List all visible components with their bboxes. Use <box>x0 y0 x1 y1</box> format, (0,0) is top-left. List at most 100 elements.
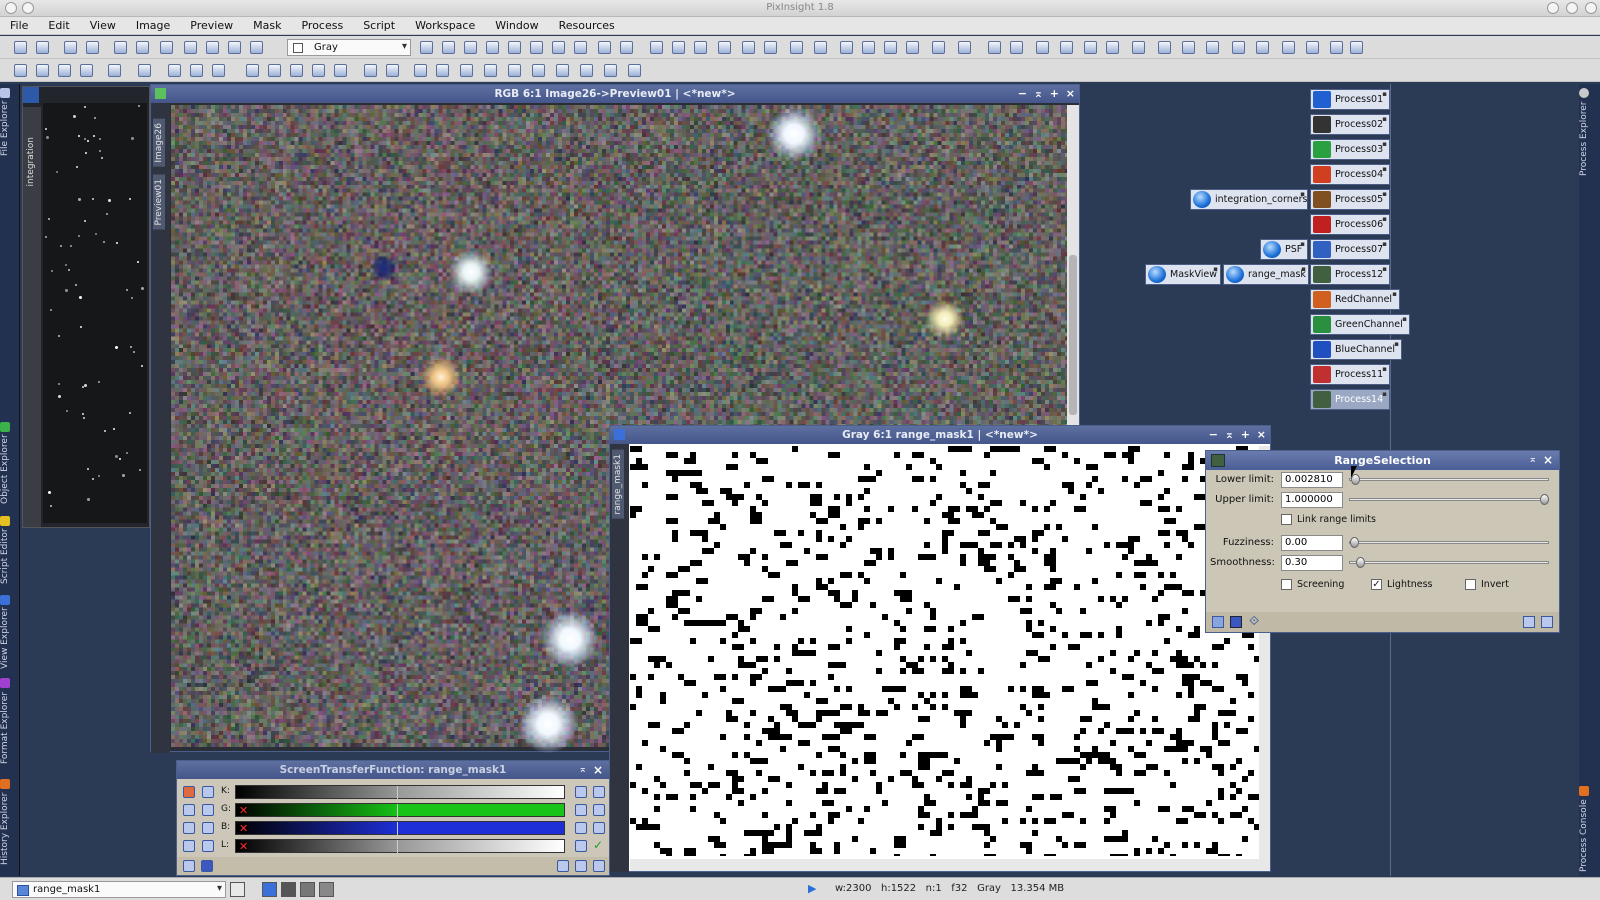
minimize-icon[interactable] <box>1547 2 1559 14</box>
display-mode-red[interactable] <box>281 882 296 897</box>
process-icon-process14[interactable]: Process14 ▪ <box>1310 389 1390 410</box>
menu-preview[interactable]: Preview <box>180 17 243 34</box>
auto-stretch-icon[interactable] <box>575 822 587 834</box>
shade-icon[interactable]: − <box>1209 429 1218 441</box>
screening-checkbox[interactable]: Screening <box>1281 578 1344 592</box>
process-icon-redchannel[interactable]: RedChannel ▪ <box>1310 289 1400 310</box>
mask-horizontal-scrollbar[interactable] <box>630 859 1260 871</box>
toolbar-button[interactable] <box>334 64 347 77</box>
toolbar-button[interactable] <box>14 64 27 77</box>
color-space-combo[interactable]: Gray <box>287 39 411 56</box>
toolbar-button[interactable] <box>862 41 875 54</box>
fuzziness-input[interactable]: 0.00 <box>1281 535 1343 551</box>
toolbar-button[interactable] <box>840 41 853 54</box>
tab-file-explorer[interactable]: File Explorer <box>0 86 20 158</box>
upper-limit-slider[interactable] <box>1349 494 1549 505</box>
menu-view[interactable]: View <box>80 17 126 34</box>
instance-icon-psf[interactable]: PSF ▪ <box>1260 239 1308 260</box>
toolbar-button[interactable] <box>1182 41 1195 54</box>
one-icon[interactable] <box>183 804 195 816</box>
close-icon[interactable]: × <box>1543 453 1553 467</box>
maximize-icon[interactable]: + <box>1241 429 1250 441</box>
preferences-icon[interactable] <box>575 860 587 872</box>
toolbar-button[interactable] <box>460 64 473 77</box>
toolbar-button[interactable] <box>114 41 127 54</box>
toolbar-button[interactable] <box>168 64 181 77</box>
display-mode-rgb[interactable] <box>262 882 277 897</box>
collapse-icon[interactable]: ⌅ <box>1034 88 1043 100</box>
toolbar-button[interactable] <box>1306 41 1319 54</box>
toolbar-button[interactable] <box>814 41 827 54</box>
instance-icon-integration-corners[interactable]: integration_corners ▪ <box>1190 189 1308 210</box>
toolbar-button[interactable] <box>764 41 777 54</box>
maximize-icon[interactable]: + <box>1050 88 1059 100</box>
lower-limit-slider[interactable] <box>1349 474 1549 485</box>
toolbar-button[interactable] <box>136 41 149 54</box>
toolbar-button[interactable] <box>228 41 241 54</box>
stf-l-slider[interactable]: ✕ <box>235 839 565 853</box>
toolbar-button[interactable] <box>672 41 685 54</box>
menu-script[interactable]: Script <box>353 17 405 34</box>
toolbar-button[interactable] <box>628 64 641 77</box>
toolbar-button[interactable] <box>988 41 1001 54</box>
tab-process-console[interactable]: Process Console <box>1579 784 1599 874</box>
toolbar-button[interactable] <box>160 41 173 54</box>
toolbar-button[interactable] <box>312 64 325 77</box>
toolbar-button[interactable] <box>184 41 197 54</box>
process-icon-process05[interactable]: Process05 ▪ <box>1310 189 1390 210</box>
plus-icon[interactable] <box>202 804 214 816</box>
slider-knob[interactable] <box>1350 537 1359 548</box>
checkbox-box[interactable]: ✓ <box>1371 579 1382 590</box>
range-mask-image-view[interactable] <box>630 446 1260 856</box>
toolbar-button[interactable] <box>1036 41 1049 54</box>
real-time-preview-icon[interactable]: ⟐ <box>1249 614 1259 629</box>
toolbar-button[interactable] <box>530 41 543 54</box>
toolbar-button[interactable] <box>906 41 919 54</box>
close-icon[interactable]: × <box>593 763 603 777</box>
toolbar-button[interactable] <box>1282 41 1295 54</box>
stf-k-slider[interactable] <box>235 785 565 799</box>
toolbar-button[interactable] <box>58 64 71 77</box>
toolbar-button[interactable] <box>1106 41 1119 54</box>
process-icon-process12[interactable]: Process12 ▪ <box>1310 264 1390 285</box>
toolbar-button[interactable] <box>1256 41 1269 54</box>
instance-icon-range-mask[interactable]: range_mask ▪ <box>1223 264 1309 285</box>
lightness-checkbox[interactable]: ✓ Lightness <box>1371 578 1432 592</box>
toolbar-button[interactable] <box>790 41 803 54</box>
collapse-icon[interactable]: ⌅ <box>1529 454 1537 465</box>
document-icon[interactable] <box>1523 616 1535 628</box>
tab-object-explorer[interactable]: Object Explorer <box>0 418 20 508</box>
toolbar-button[interactable] <box>932 41 945 54</box>
toolbar-button[interactable] <box>580 64 593 77</box>
toolbar-button[interactable] <box>138 64 151 77</box>
toolbar-button[interactable] <box>268 64 281 77</box>
plus-icon[interactable] <box>593 804 605 816</box>
tab-format-explorer[interactable]: Format Explorer <box>0 676 20 766</box>
checkbox-box[interactable] <box>1465 579 1476 590</box>
toolbar-button[interactable] <box>604 64 617 77</box>
toolbar-button[interactable] <box>1132 41 1145 54</box>
apply-global-icon[interactable] <box>201 860 213 872</box>
toolbar-button[interactable] <box>484 64 497 77</box>
new-instance-icon[interactable] <box>183 860 195 872</box>
collapse-icon[interactable]: ⌅ <box>579 764 587 775</box>
integration-image-window[interactable]: integration <box>22 86 150 528</box>
close-icon[interactable] <box>1585 2 1597 14</box>
toolbar-button[interactable] <box>620 41 633 54</box>
toolbar-button[interactable] <box>80 64 93 77</box>
toolbar-button[interactable] <box>206 41 219 54</box>
process-icon-process07[interactable]: Process07 ▪ <box>1310 239 1390 260</box>
lock-icon[interactable] <box>183 822 195 834</box>
toolbar-button[interactable] <box>36 64 49 77</box>
minus-icon[interactable] <box>202 822 214 834</box>
maximize-icon[interactable] <box>1566 2 1578 14</box>
instance-icon-maskview[interactable]: MaskView ▪ <box>1145 264 1221 285</box>
smoothness-slider[interactable] <box>1349 557 1549 568</box>
process-icon-bluechannel[interactable]: BlueChannel ▪ <box>1310 339 1402 360</box>
toolbar-button[interactable] <box>212 64 225 77</box>
tab-process-explorer[interactable]: Process Explorer <box>1579 86 1599 178</box>
toolbar-button[interactable] <box>508 64 521 77</box>
tab-view-explorer[interactable]: View Explorer <box>0 592 20 672</box>
toolbar-button[interactable] <box>718 41 731 54</box>
document-icon[interactable] <box>557 860 569 872</box>
